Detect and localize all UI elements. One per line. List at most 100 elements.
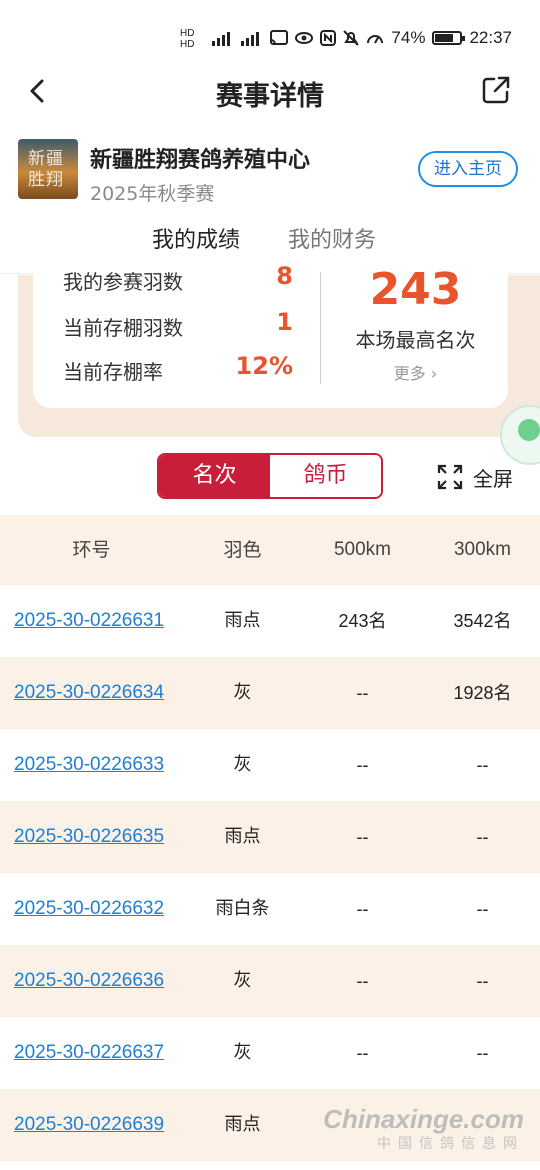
divider [320, 272, 321, 384]
rank-300km: -- [476, 1043, 489, 1063]
fullscreen-label: 全屏 [473, 466, 513, 491]
ring-number-link[interactable]: 2025-30-0226634 [14, 682, 164, 703]
table-header: 环号 羽色 500km 300km [0, 515, 540, 585]
rank-500km: -- [356, 1043, 369, 1063]
ring-number-link[interactable]: 2025-30-0226639 [14, 1114, 164, 1135]
rank-500km: -- [356, 827, 369, 847]
club-season: 2025年秋季赛 [90, 183, 215, 205]
table-row: 2025-30-0226635 雨点 -- -- [0, 801, 540, 873]
header-500km: 500km [333, 539, 392, 560]
best-rank-value: 243 [369, 264, 462, 315]
ring-number-cell[interactable]: 2025-30-0226631 [14, 585, 184, 657]
nav-bar: 赛事详情 [0, 62, 540, 124]
table-row: 2025-30-0226637 灰 -- -- [0, 1017, 540, 1089]
feather-color: 雨点 [224, 610, 261, 631]
watermark-sub: 中国信鸽信息网 [377, 1136, 524, 1152]
header-ring-number: 环号 [72, 539, 111, 561]
rank-500km: -- [356, 755, 369, 775]
stat-row-remaining: 当前存棚羽数 1 [63, 308, 293, 342]
feather-color: 灰 [233, 754, 252, 775]
watermark: Chinaxinge.com 中国信鸽信息网 [323, 1104, 524, 1153]
ring-number-cell[interactable]: 2025-30-0226634 [14, 657, 184, 729]
share-icon[interactable] [480, 74, 512, 106]
feather-color: 雨白条 [215, 898, 270, 919]
status-icons: 74% 22:37 [212, 28, 512, 48]
tab-my-finance[interactable]: 我的财务 [288, 222, 376, 254]
club-logo[interactable]: 新疆胜翔 [18, 139, 78, 199]
signal-4g-icon [241, 30, 263, 46]
stat-row-entries: 我的参赛羽数 8 [63, 262, 293, 296]
rank-300km: 1928名 [453, 683, 512, 703]
ring-number-link[interactable]: 2025-30-0226631 [14, 610, 164, 631]
hd-badge-2: HD [180, 39, 195, 50]
ring-number-cell[interactable]: 2025-30-0226636 [14, 945, 184, 1017]
club-name: 新疆胜翔赛鸽养殖中心 [90, 148, 311, 173]
ring-number-cell[interactable]: 2025-30-0226635 [14, 801, 184, 873]
ring-number-cell[interactable]: 2025-30-0226637 [14, 1017, 184, 1089]
stat-value: 1 [276, 308, 293, 336]
feather-color: 雨点 [224, 1114, 261, 1135]
hd-badge-1: HD [180, 28, 195, 39]
stat-label: 我的参赛羽数 [63, 270, 183, 294]
rank-300km: -- [476, 755, 489, 775]
feather-color: 灰 [233, 1042, 252, 1063]
feather-color: 灰 [233, 970, 252, 991]
rank-300km: -- [476, 899, 489, 919]
rank-500km: -- [356, 971, 369, 991]
page-title: 赛事详情 [216, 81, 324, 112]
rank-300km: -- [476, 827, 489, 847]
stat-label: 当前存棚率 [63, 360, 163, 384]
more-link-label: 更多 [393, 364, 426, 383]
ring-number-link[interactable]: 2025-30-0226637 [14, 1042, 164, 1063]
battery-icon [432, 31, 466, 45]
segment-rank[interactable]: 名次 [159, 455, 270, 497]
cast-icon [270, 30, 289, 45]
rank-300km: -- [476, 971, 489, 991]
ring-number-link[interactable]: 2025-30-0226635 [14, 826, 164, 847]
best-rank-label: 本场最高名次 [355, 328, 476, 352]
fullscreen-icon [437, 464, 463, 490]
chevron-right-icon: › [430, 364, 438, 383]
header-300km: 300km [453, 539, 512, 560]
watermark-main: Chinaxinge.com [323, 1104, 524, 1134]
speed-icon [367, 35, 384, 44]
eye-icon [295, 32, 314, 44]
table-row: 2025-30-0226631 雨点 243名 3542名 [0, 585, 540, 657]
more-link[interactable]: 更多 › [323, 360, 508, 384]
fullscreen-button[interactable]: 全屏 [437, 462, 513, 492]
table-row: 2025-30-0226632 雨白条 -- -- [0, 873, 540, 945]
table-body: 2025-30-0226631 雨点 243名 3542名 2025-30-022663… [0, 585, 540, 1161]
rank-500km: 243名 [338, 611, 387, 631]
feather-color: 灰 [233, 682, 252, 703]
table-row: 2025-30-0226634 灰 -- 1928名 [0, 657, 540, 729]
battery-percent: 74% [391, 28, 426, 47]
table-row: 2025-30-0226636 灰 -- -- [0, 945, 540, 1017]
segment-coin[interactable]: 鸽币 [270, 455, 381, 497]
ring-number-link[interactable]: 2025-30-0226633 [14, 754, 164, 775]
signal-icon [212, 30, 234, 46]
header-feather-color: 羽色 [223, 539, 262, 561]
network-badge: HD HD [180, 28, 194, 50]
ring-number-link[interactable]: 2025-30-0226636 [14, 970, 164, 991]
assistant-blob-icon [518, 419, 540, 441]
rank-300km: 3542名 [453, 611, 512, 631]
rank-500km: -- [356, 899, 369, 919]
battery-fill [435, 34, 454, 42]
stat-value: 8 [276, 262, 293, 290]
rank-500km: -- [356, 683, 369, 703]
rank-coin-segment: 名次 鸽币 [157, 453, 383, 499]
club-logo-text: 新疆胜翔 [28, 149, 64, 190]
ring-number-cell[interactable]: 2025-30-0226632 [14, 873, 184, 945]
clock: 22:37 [469, 28, 512, 47]
status-bar: HD HD 74% 22:37 [0, 0, 540, 62]
club-header: 新疆胜翔 新疆胜翔赛鸽养殖中心 2025年秋季赛 进入主页 [0, 134, 540, 214]
stat-row-rate: 当前存棚率 12% [63, 352, 293, 386]
ring-number-cell[interactable]: 2025-30-0226639 [14, 1089, 184, 1161]
enter-homepage-button[interactable]: 进入主页 [418, 151, 518, 187]
tab-my-results[interactable]: 我的成绩 [152, 222, 240, 254]
stat-label: 当前存棚羽数 [63, 316, 183, 340]
feather-color: 雨点 [224, 826, 261, 847]
ring-number-cell[interactable]: 2025-30-0226633 [14, 729, 184, 801]
stat-value: 12% [235, 352, 293, 380]
ring-number-link[interactable]: 2025-30-0226632 [14, 898, 164, 919]
